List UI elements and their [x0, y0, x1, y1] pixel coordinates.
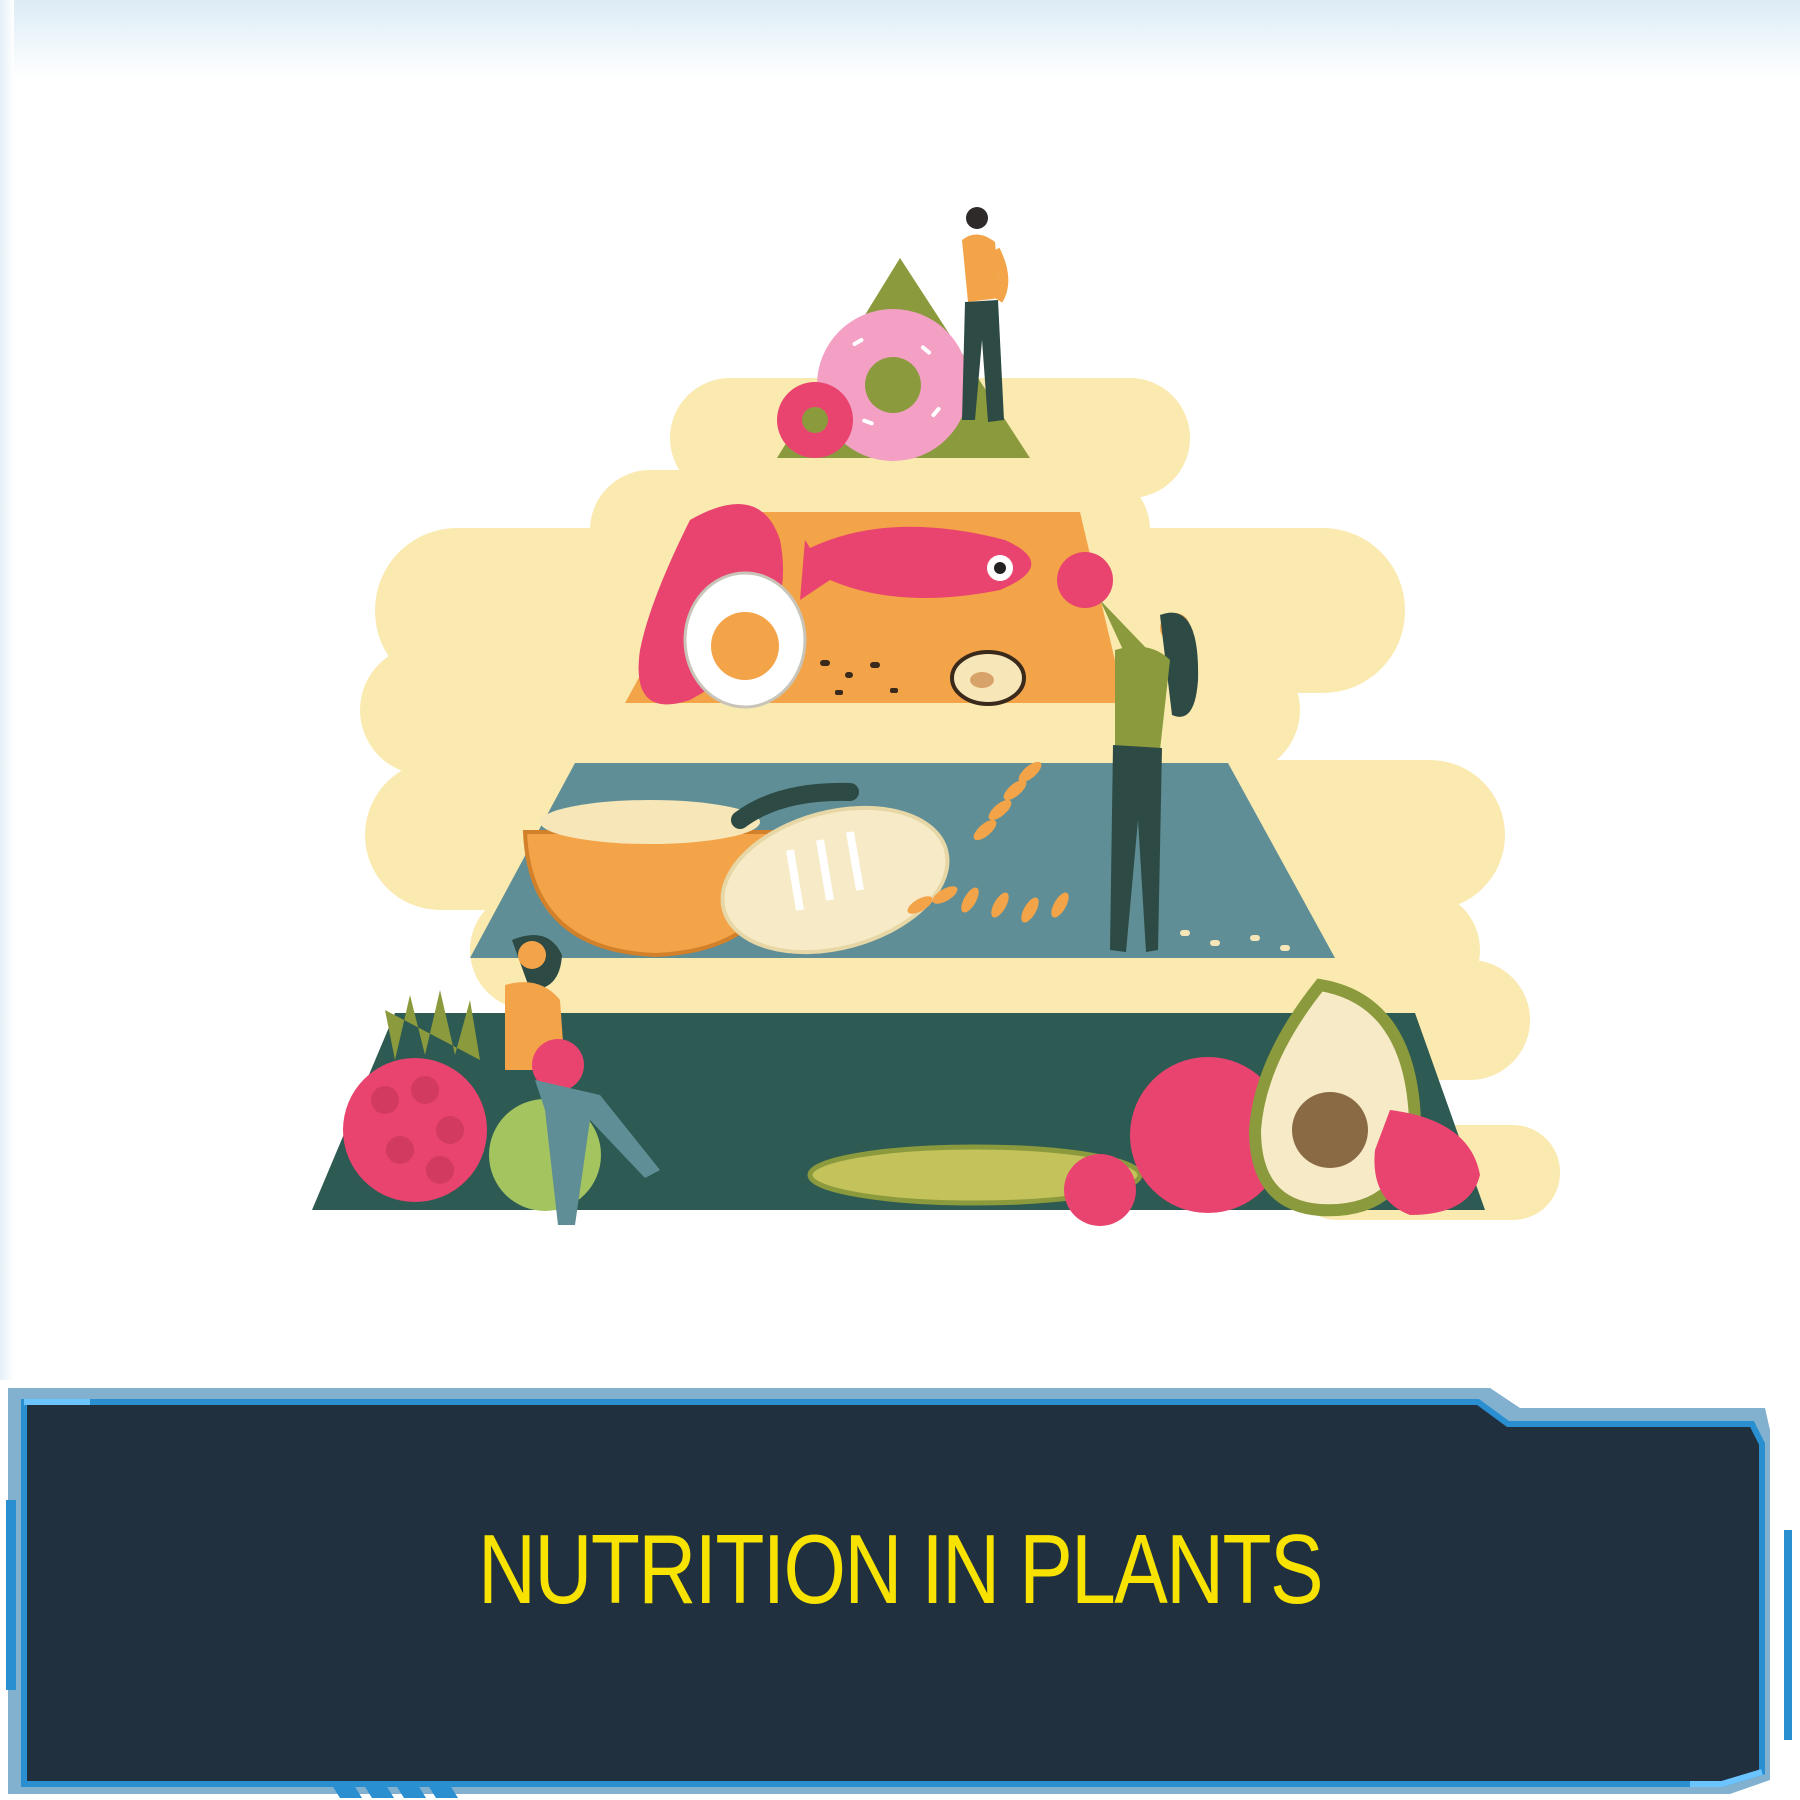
- banner-title: NUTRITION IN PLANTS: [478, 1514, 1324, 1624]
- protein-tier: [625, 504, 1125, 709]
- food-pyramid-illustration: [312, 207, 1560, 1226]
- page: NUTRITION IN PLANTS: [0, 0, 1800, 1800]
- sweets-tier: [777, 207, 1030, 461]
